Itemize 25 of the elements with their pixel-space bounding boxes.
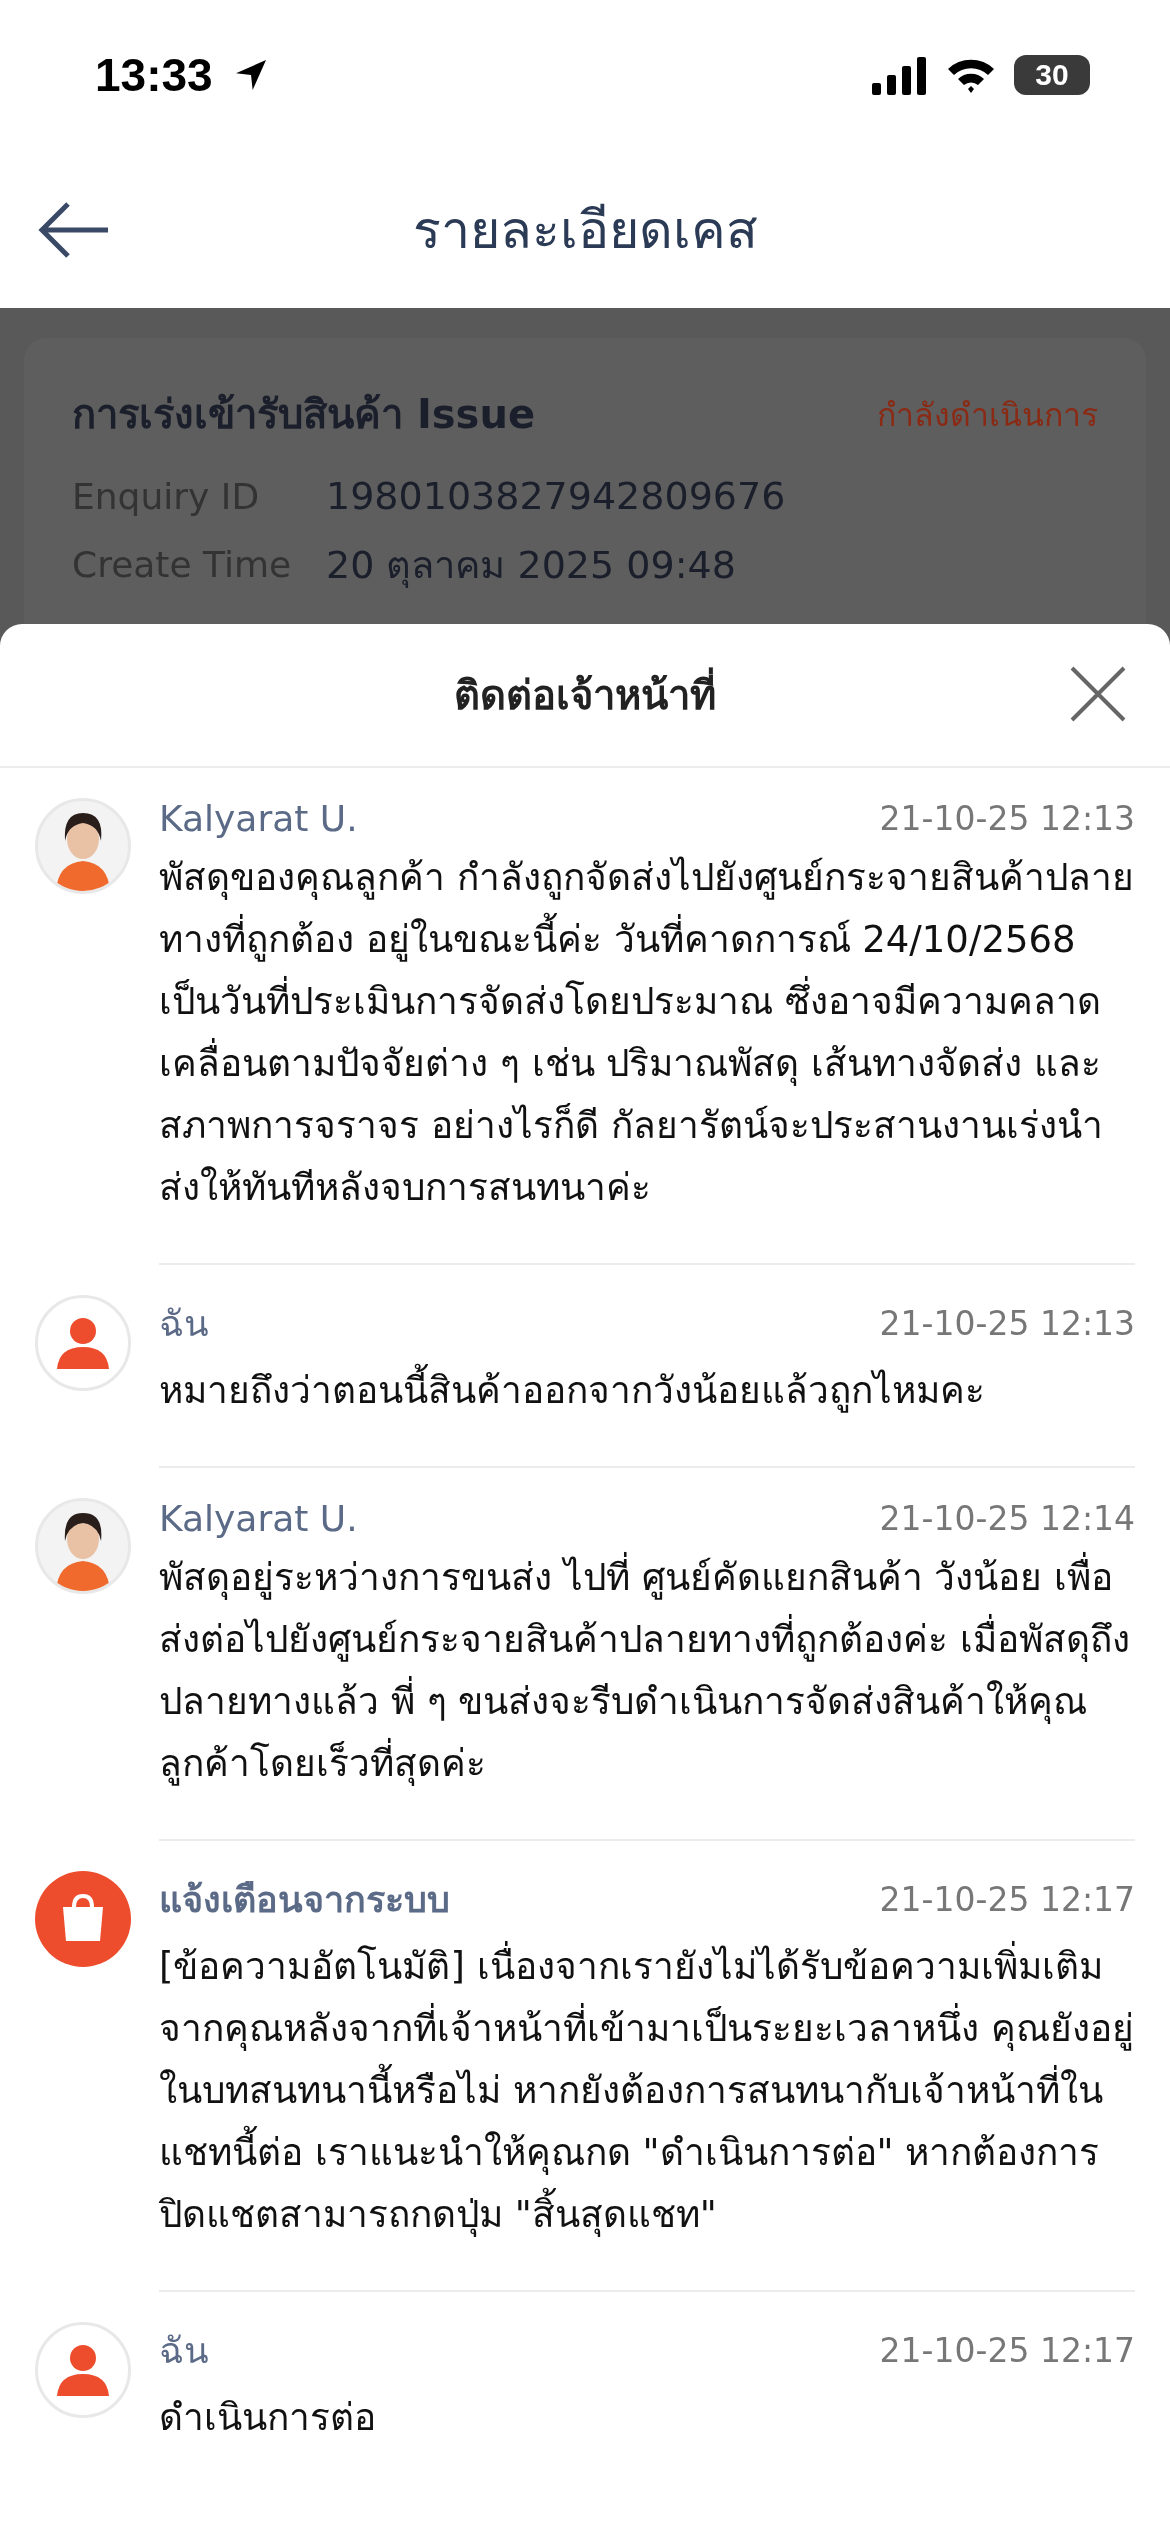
message-text: [ข้อความอัตโนมัติ] เนื่องจากเรายังไม่ได้รับข้อความเพิ่มเติมจากคุณหลังจากที่เจ้าหน้าที่เข้ามาเป็นระยะเวลาหนึ่ง คุณยังอยู่ในบทสนทนานี้หรือไม่ หากยังต้องการสนทนากับเจ้าหน้าที่ในแชทนี้ต่อ เราแนะนำให้คุณกด "ดำเนินการต่อ" หากต้องการปิดแชตสามารถกดปุ่ม "สิ้นสุดแชท" [159, 1936, 1135, 2246]
sender-name: ฉัน [159, 2329, 209, 2373]
case-status: กำลังดำเนินการ [877, 394, 1098, 436]
case-title: การเร่งเข้ารับสินค้า Issue [72, 390, 536, 439]
message-text: ดำเนินการต่อ [159, 2395, 377, 2441]
battery-level: 30 [1035, 58, 1069, 92]
close-button[interactable] [1068, 664, 1128, 724]
field-value: 20 ตุลาคม 2025 09:48 [326, 542, 736, 590]
sender-name: ฉัน [159, 1302, 209, 1346]
signal-icon [872, 55, 928, 95]
message-time: 21-10-25 12:17 [879, 2331, 1135, 2370]
sender-name: Kalyarat U. [159, 1498, 358, 1539]
message-time: 21-10-25 12:17 [879, 1880, 1135, 1919]
sender-name: Kalyarat U. [159, 798, 358, 839]
sender-name: แจ้งเตือนจากระบบ [159, 1878, 450, 1922]
field-value: 1980103827942809676 [326, 474, 786, 518]
message-time: 21-10-25 12:13 [879, 1304, 1135, 1343]
message-time: 21-10-25 12:14 [879, 1499, 1135, 1538]
status-time: 13:33 [95, 48, 213, 102]
message-text: พัสดุของคุณลูกค้า กำลังถูกจัดส่งไปยังศูนย์กระจายสินค้าปลายทางที่ถูกต้อง อยู่ในขณะนี้ค่ะ วันที่คาดการณ์ 24/10/2568 เป็นวันที่ประเมินการจัดส่งโดยประมาณ ซึ่งอาจมีความคลาดเคลื่อนตามปัจจัยต่าง ๆ เช่น ปริมาณพัสดุ เส้นทางจัดส่ง และสภาพการจราจร อย่างไรก็ดี กัลยารัตน์จะประสานงานเร่งนำส่งให้ทันทีหลังจบการสนทนาค่ะ [159, 855, 1135, 1211]
sheet-title: ติดต่อเจ้าหน้าที่ [454, 663, 716, 727]
page-title: รายละเอียดเคส [412, 198, 758, 262]
message-text: พัสดุอยู่ระหว่างการขนส่ง ไปที่ ศูนย์คัดแยกสินค้า วังน้อย เพื่อส่งต่อไปยังศูนย์กระจายสินค้าปลายทางที่ถูกต้องค่ะ เมื่อพัสดุถึงปลายทางแล้ว พี่ ๆ ขนส่งจะรีบดำเนินการจัดส่งสินค้าให้คุณลูกค้าโดยเร็วที่สุดค่ะ [159, 1547, 1135, 1795]
message-text: หมายถึงว่าตอนนี้สินค้าออกจากวังน้อยแล้วถูกไหมคะ [159, 1360, 1135, 1422]
message-time: 21-10-25 12:13 [879, 799, 1135, 838]
